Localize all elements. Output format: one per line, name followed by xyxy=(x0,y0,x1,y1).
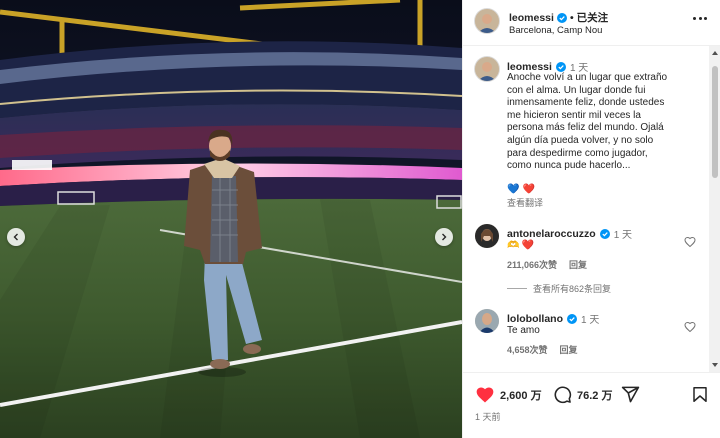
comment-like-heart-icon[interactable] xyxy=(684,321,696,333)
post-actions-bar: 2,600 万 76.2 万 1 天前 xyxy=(463,372,720,438)
commenter-avatar[interactable] xyxy=(475,224,499,248)
comment-like-count[interactable]: 211,066次赞 xyxy=(507,258,557,271)
comment-time: 1 天 xyxy=(581,315,600,326)
commenter-avatar[interactable] xyxy=(475,309,499,333)
post-header: leomessi • 已关注 Barcelona, Camp Nou xyxy=(463,0,720,46)
heart-icon xyxy=(475,385,495,405)
save-button[interactable] xyxy=(691,385,709,404)
share-button[interactable] xyxy=(621,385,640,404)
bookmark-icon xyxy=(691,385,709,404)
red-heart-emoji: ❤️ xyxy=(522,184,535,195)
comment-icon xyxy=(553,385,572,404)
like-button[interactable]: 2,600 万 xyxy=(475,385,542,405)
commenter-username[interactable]: lolobollano xyxy=(507,313,563,325)
reply-button[interactable]: 回复 xyxy=(560,343,578,356)
caption-emoji: 💙 ❤️ xyxy=(507,184,535,195)
post-details-panel: leomessi • 已关注 Barcelona, Camp Nou leome… xyxy=(462,0,720,438)
comment-time: 1 天 xyxy=(613,230,633,241)
share-icon xyxy=(621,385,640,404)
verified-badge-icon xyxy=(556,12,567,23)
next-photo-button[interactable] xyxy=(435,228,453,246)
more-options-icon[interactable] xyxy=(693,17,707,21)
author-avatar[interactable] xyxy=(475,9,499,33)
commenter-username[interactable]: antonelaroccuzzo xyxy=(507,228,596,240)
divider-line xyxy=(507,288,527,289)
view-replies-label: 查看所有862条回复 xyxy=(533,284,612,294)
caption-username[interactable]: leomessi xyxy=(507,61,552,73)
reply-button[interactable]: 回复 xyxy=(569,258,587,271)
post-photo xyxy=(0,0,462,438)
verified-badge-icon xyxy=(567,313,577,324)
comments-scroll-area[interactable]: leomessi 1 天 Anoche volví a un lugar que… xyxy=(463,46,709,372)
stadium-photo-illustration xyxy=(0,0,462,438)
scroll-down-arrow-icon[interactable] xyxy=(712,363,718,367)
comment-like-count[interactable]: 4,658次赞 xyxy=(507,343,548,356)
verified-badge-icon xyxy=(599,228,610,239)
comment-button[interactable]: 76.2 万 xyxy=(553,385,612,404)
previous-photo-button[interactable] xyxy=(7,228,25,246)
chevron-right-icon xyxy=(440,233,448,241)
comment-count[interactable]: 76.2 万 xyxy=(577,387,612,403)
comment-text: Te amo xyxy=(507,325,540,336)
chevron-left-icon xyxy=(12,233,20,241)
caption-text: Anoche volví a un lugar que extraño con … xyxy=(507,72,668,172)
follow-state-button[interactable]: 已关注 xyxy=(577,10,609,25)
red-heart-emoji: ❤️ xyxy=(521,240,534,251)
post-date[interactable]: 1 天前 xyxy=(475,410,501,423)
separator-dot: • xyxy=(569,11,574,24)
verified-badge-icon xyxy=(555,61,566,72)
see-translation-link[interactable]: 查看翻译 xyxy=(507,196,543,209)
view-replies-button[interactable]: 查看所有862条回复 xyxy=(507,282,611,295)
caption-author-avatar[interactable] xyxy=(475,57,499,81)
scrollbar-thumb[interactable] xyxy=(712,66,718,178)
scroll-up-arrow-icon[interactable] xyxy=(712,51,718,55)
heart-hands-emoji: 🫶 xyxy=(507,240,520,251)
like-count[interactable]: 2,600 万 xyxy=(500,387,542,403)
blue-heart-emoji: 💙 xyxy=(507,184,520,195)
author-username[interactable]: leomessi xyxy=(509,12,554,24)
comment-text: 🫶 ❤️ xyxy=(507,240,534,251)
post-location[interactable]: Barcelona, Camp Nou xyxy=(509,25,602,36)
comments-scrollbar[interactable] xyxy=(709,46,720,372)
comment-like-heart-icon[interactable] xyxy=(684,236,696,248)
